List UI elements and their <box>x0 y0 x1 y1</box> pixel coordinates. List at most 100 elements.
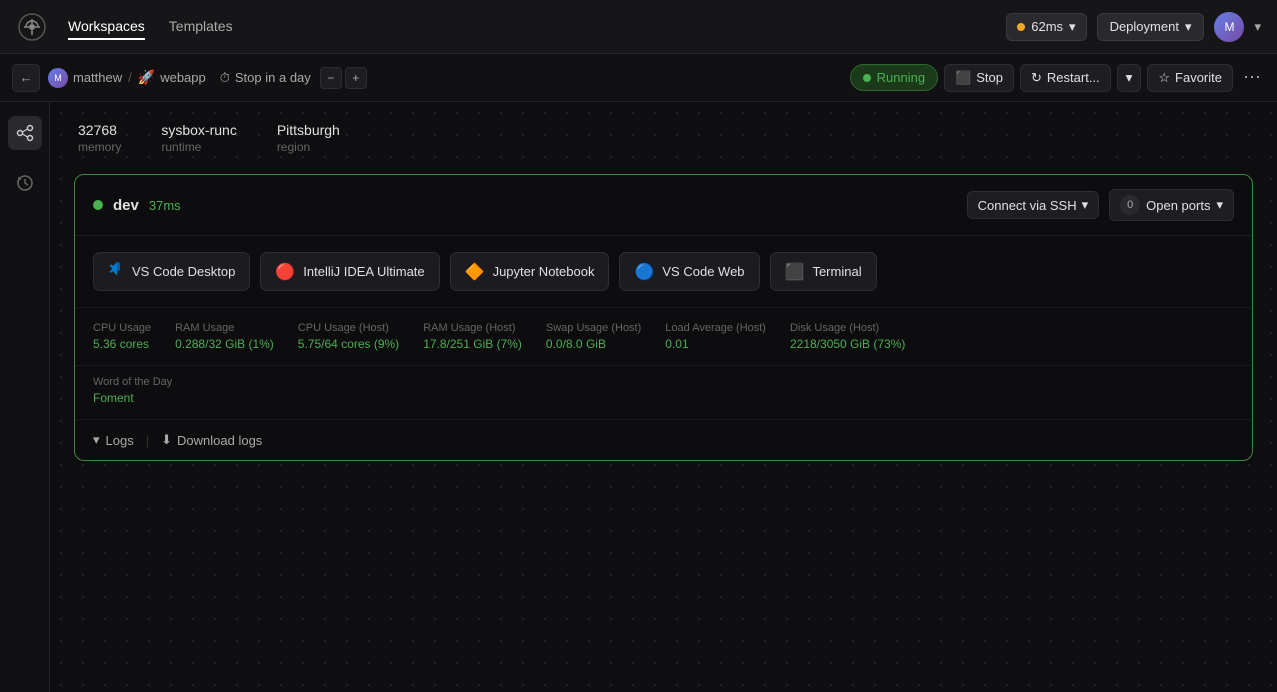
ide-vscode-desktop[interactable]: VS Code Desktop <box>93 252 250 291</box>
ports-button[interactable]: 0 Open ports ▾ <box>1109 189 1234 221</box>
avatar-chevron: ▾ <box>1254 19 1261 35</box>
dev-name: dev <box>113 197 139 214</box>
ide-buttons: VS Code Desktop 🔴 IntelliJ IDEA Ultimate… <box>75 236 1252 308</box>
vscode-icon <box>108 261 124 282</box>
user-avatar-small: M <box>48 68 68 88</box>
ide-jupyter-label: Jupyter Notebook <box>493 264 595 279</box>
running-dot <box>863 74 871 82</box>
ssh-label: Connect via SSH <box>978 198 1077 213</box>
ide-vscode-web-label: VS Code Web <box>662 264 744 279</box>
ssh-button[interactable]: Connect via SSH ▾ <box>967 191 1100 219</box>
dev-status-dot <box>93 200 103 210</box>
spec-memory-value: 32768 <box>78 122 121 138</box>
ports-label: Open ports <box>1146 198 1210 213</box>
specs-bar: 32768 memory sysbox-runc runtime Pittsbu… <box>74 122 1253 154</box>
metric-ram: RAM Usage 0.288/32 GiB (1%) <box>175 322 274 351</box>
spec-memory: 32768 memory <box>78 122 121 154</box>
logo-icon <box>16 11 48 43</box>
favorite-button[interactable]: ☆ Favorite <box>1147 64 1233 92</box>
ssh-chevron: ▾ <box>1082 197 1089 213</box>
download-icon: ⬇ <box>161 432 172 448</box>
logs-chevron-icon: ▾ <box>93 432 100 448</box>
spec-runtime-label: runtime <box>161 140 236 154</box>
main-layout: 32768 memory sysbox-runc runtime Pittsbu… <box>0 102 1277 692</box>
terminal-icon: ⬛ <box>785 262 805 282</box>
breadcrumb-actions: Running ⬛ Stop ↻ Restart... ▾ ☆ Favorite… <box>850 63 1265 92</box>
metric-swap-label: Swap Usage (Host) <box>546 322 641 334</box>
ide-jupyter[interactable]: 🔶 Jupyter Notebook <box>450 252 610 291</box>
back-button[interactable]: ← <box>12 64 40 92</box>
timer-decrement[interactable]: − <box>320 67 342 89</box>
ide-terminal[interactable]: ⬛ Terminal <box>770 252 877 291</box>
content-area: 32768 memory sysbox-runc runtime Pittsbu… <box>50 102 1277 692</box>
logs-bar: ▾ Logs | ⬇ Download logs <box>75 420 1252 460</box>
spec-runtime-value: sysbox-runc <box>161 122 236 138</box>
running-button[interactable]: Running <box>850 64 938 91</box>
restart-icon: ↻ <box>1031 70 1042 86</box>
vscode-web-icon: 🔵 <box>634 262 654 282</box>
metric-swap: Swap Usage (Host) 0.0/8.0 GiB <box>546 322 641 351</box>
word-of-day-value: Foment <box>93 391 1234 405</box>
stop-button[interactable]: ⬛ Stop <box>944 64 1014 92</box>
ide-terminal-label: Terminal <box>812 264 861 279</box>
top-nav: Workspaces Templates 62ms ▾ Deployment ▾… <box>0 0 1277 54</box>
timer-label: Stop in a day <box>235 70 311 85</box>
timer-icon: ⏱ <box>220 70 230 86</box>
spec-region: Pittsburgh region <box>277 122 340 154</box>
nav-templates[interactable]: Templates <box>169 14 233 40</box>
ide-intellij[interactable]: 🔴 IntelliJ IDEA Ultimate <box>260 252 439 291</box>
metric-load-value: 0.01 <box>665 337 766 351</box>
metric-cpu-value: 5.36 cores <box>93 337 151 351</box>
sidebar-icon-nodes[interactable] <box>8 116 42 150</box>
download-logs-label: Download logs <box>177 433 262 448</box>
word-of-day-label: Word of the Day <box>93 376 1234 388</box>
dev-container: dev 37ms Connect via SSH ▾ 0 Open ports … <box>74 174 1253 461</box>
spec-runtime: sysbox-runc runtime <box>161 122 236 154</box>
nav-workspaces[interactable]: Workspaces <box>68 14 145 40</box>
star-icon: ☆ <box>1158 70 1170 86</box>
rocket-icon: 🚀 <box>138 69 155 86</box>
metric-ram-value: 0.288/32 GiB (1%) <box>175 337 274 351</box>
metric-load-label: Load Average (Host) <box>665 322 766 334</box>
timer-item: ⏱ Stop in a day − + <box>220 67 367 89</box>
spec-region-label: region <box>277 140 340 154</box>
metrics-section: CPU Usage 5.36 cores RAM Usage 0.288/32 … <box>75 308 1252 366</box>
back-icon: ← <box>19 70 32 85</box>
metric-disk-value: 2218/3050 GiB (73%) <box>790 337 905 351</box>
breadcrumb-bar: ← M matthew / 🚀 webapp ⏱ Stop in a day −… <box>0 54 1277 102</box>
download-logs-button[interactable]: ⬇ Download logs <box>161 432 262 448</box>
deployment-chevron: ▾ <box>1185 19 1192 35</box>
metric-cpu-host-label: CPU Usage (Host) <box>298 322 399 334</box>
latency-badge[interactable]: 62ms ▾ <box>1006 13 1086 41</box>
metric-disk-label: Disk Usage (Host) <box>790 322 905 334</box>
running-label: Running <box>877 70 925 85</box>
ide-vscode-web[interactable]: 🔵 VS Code Web <box>619 252 759 291</box>
ports-chevron: ▾ <box>1216 197 1223 213</box>
metric-cpu-label: CPU Usage <box>93 322 151 334</box>
dev-latency: 37ms <box>149 198 181 213</box>
breadcrumb-separator-1: / <box>128 70 132 85</box>
restart-button[interactable]: ↻ Restart... <box>1020 64 1111 92</box>
nav-links: Workspaces Templates <box>68 14 986 40</box>
top-nav-right: 62ms ▾ Deployment ▾ M ▾ <box>1006 12 1261 42</box>
more-button[interactable]: ⋯ <box>1239 63 1265 92</box>
metric-ram-label: RAM Usage <box>175 322 274 334</box>
stop-icon: ⬛ <box>955 70 971 86</box>
metric-cpu-host: CPU Usage (Host) 5.75/64 cores (9%) <box>298 322 399 351</box>
latency-dot <box>1017 23 1025 31</box>
timer-increment[interactable]: + <box>345 67 367 89</box>
restart-dropdown[interactable]: ▾ <box>1117 64 1142 92</box>
sidebar-icon-history[interactable] <box>8 166 42 200</box>
dev-header: dev 37ms Connect via SSH ▾ 0 Open ports … <box>75 175 1252 236</box>
breadcrumb-workspace: 🚀 webapp <box>138 69 206 86</box>
breadcrumb-items: M matthew / 🚀 webapp ⏱ Stop in a day − + <box>48 67 842 89</box>
avatar[interactable]: M <box>1214 12 1244 42</box>
deployment-button[interactable]: Deployment ▾ <box>1097 13 1205 41</box>
breadcrumb-username: matthew <box>73 70 122 85</box>
metric-ram-host-value: 17.8/251 GiB (7%) <box>423 337 522 351</box>
metric-cpu: CPU Usage 5.36 cores <box>93 322 151 351</box>
ports-count: 0 <box>1120 195 1140 215</box>
spec-region-value: Pittsburgh <box>277 122 340 138</box>
timer-controls: − + <box>320 67 367 89</box>
logs-toggle[interactable]: ▾ Logs <box>93 432 134 448</box>
